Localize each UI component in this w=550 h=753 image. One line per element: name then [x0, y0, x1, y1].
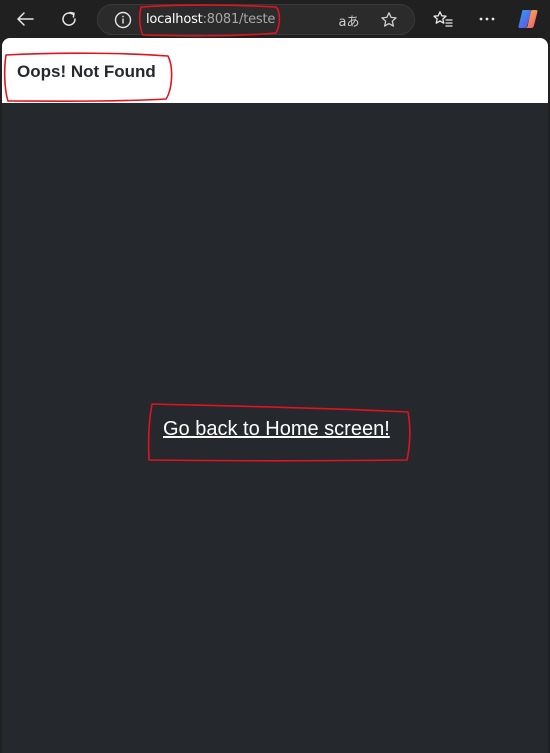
more-button[interactable]: [470, 4, 504, 34]
url-text[interactable]: localhost:8081/teste: [146, 12, 275, 28]
page-main: Go back to Home screen!: [2, 103, 548, 753]
back-button[interactable]: [8, 4, 42, 34]
browser-toolbar: localhost:8081/teste aあ: [0, 0, 550, 38]
url-host: localhost: [146, 12, 203, 27]
more-icon: [479, 17, 495, 21]
favorite-star-icon[interactable]: [378, 10, 400, 30]
copilot-icon[interactable]: [517, 8, 539, 30]
read-aloud-icon[interactable]: aあ: [338, 10, 360, 30]
back-icon: [17, 12, 34, 26]
url-path: :8081/teste: [202, 12, 276, 27]
page-header: Oops! Not Found: [2, 38, 548, 103]
favorites-button[interactable]: [426, 4, 460, 34]
page-viewport: Oops! Not Found Go back to Home screen!: [2, 38, 548, 753]
page-title: Oops! Not Found: [17, 62, 156, 81]
favorites-icon: [433, 11, 453, 27]
address-bar[interactable]: localhost:8081/teste aあ: [97, 4, 415, 35]
refresh-button[interactable]: [52, 4, 86, 34]
home-link[interactable]: Go back to Home screen!: [163, 418, 390, 441]
info-icon[interactable]: [114, 11, 132, 29]
refresh-icon: [62, 11, 76, 26]
